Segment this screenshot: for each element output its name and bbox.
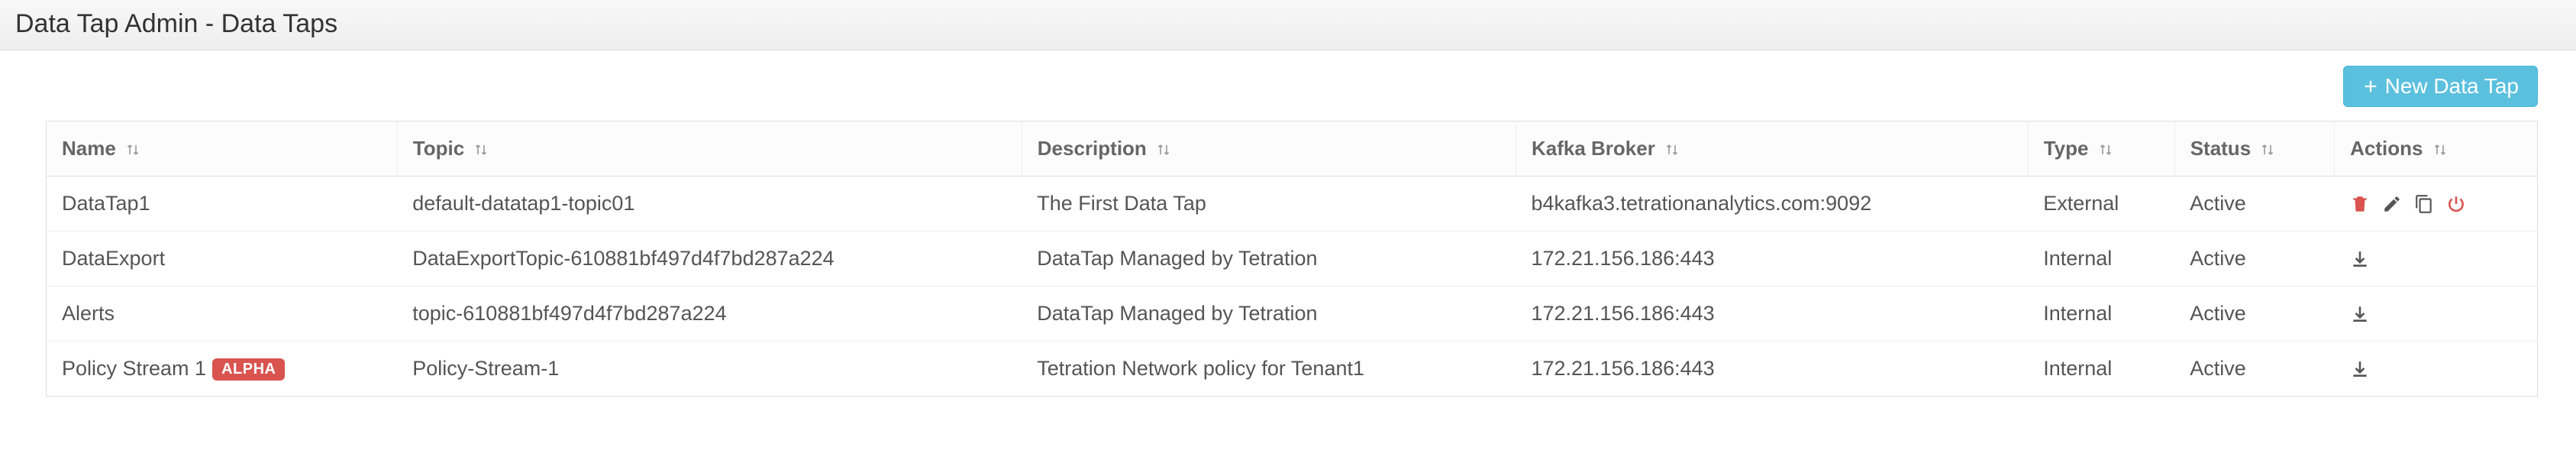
- cell-description: The First Data Tap: [1022, 177, 1516, 232]
- col-header-name[interactable]: Name: [47, 121, 398, 177]
- alpha-badge: ALPHA: [212, 358, 285, 381]
- new-data-tap-button[interactable]: New Data Tap: [2343, 66, 2538, 107]
- action-icons: [2350, 249, 2522, 269]
- table-header-row: Name Topic Description Kafka Broker Type: [47, 121, 2538, 177]
- cell-status: Active: [2174, 287, 2334, 342]
- cell-kafka-broker: 172.21.156.186:443: [1516, 342, 2028, 397]
- row-name: Policy Stream 1: [62, 357, 206, 380]
- content-area: New Data Tap Name Topic Description Kafk: [0, 50, 2576, 412]
- cell-description: Tetration Network policy for Tenant1: [1022, 342, 1516, 397]
- col-header-kafka-broker-label: Kafka Broker: [1532, 137, 1655, 160]
- power-icon[interactable]: [2446, 194, 2466, 214]
- sort-icon: [126, 142, 140, 157]
- table-row: DataExport DataExportTopic-610881bf497d4f…: [47, 232, 2538, 287]
- row-name: Alerts: [62, 302, 115, 325]
- row-name: DataExport: [62, 247, 165, 270]
- toolbar: New Data Tap: [46, 66, 2538, 107]
- data-taps-table: Name Topic Description Kafka Broker Type: [46, 121, 2538, 397]
- plus-icon: [2362, 78, 2379, 95]
- col-header-actions[interactable]: Actions: [2335, 121, 2538, 177]
- cell-topic: default-datatap1-topic01: [397, 177, 1022, 232]
- page-title: Data Tap Admin - Data Taps: [0, 0, 2576, 50]
- row-name: DataTap1: [62, 192, 150, 215]
- cell-description: DataTap Managed by Tetration: [1022, 287, 1516, 342]
- download-icon[interactable]: [2350, 359, 2370, 379]
- col-header-status[interactable]: Status: [2174, 121, 2334, 177]
- col-header-actions-label: Actions: [2350, 137, 2423, 160]
- cell-name: DataExport: [47, 232, 398, 287]
- col-header-name-label: Name: [62, 137, 116, 160]
- col-header-description-label: Description: [1038, 137, 1147, 160]
- action-icons: [2350, 194, 2522, 214]
- col-header-type-label: Type: [2044, 137, 2089, 160]
- sort-icon: [1665, 142, 1679, 157]
- download-icon[interactable]: [2350, 249, 2370, 269]
- edit-icon[interactable]: [2382, 194, 2402, 214]
- cell-kafka-broker: b4kafka3.tetrationanalytics.com:9092: [1516, 177, 2028, 232]
- table-row: DataTap1 default-datatap1-topic01The Firs…: [47, 177, 2538, 232]
- new-data-tap-label: New Data Tap: [2385, 74, 2519, 99]
- trash-icon[interactable]: [2350, 194, 2370, 214]
- sort-icon: [1157, 142, 1170, 157]
- sort-icon: [2433, 142, 2447, 157]
- cell-type: External: [2028, 177, 2174, 232]
- cell-name: DataTap1: [47, 177, 398, 232]
- download-icon[interactable]: [2350, 304, 2370, 324]
- table-row: Alerts topic-610881bf497d4f7bd287a224Data…: [47, 287, 2538, 342]
- cell-actions: [2335, 177, 2538, 232]
- col-header-topic-label: Topic: [413, 137, 464, 160]
- cell-actions: [2335, 342, 2538, 397]
- action-icons: [2350, 359, 2522, 379]
- cell-status: Active: [2174, 232, 2334, 287]
- cell-topic: topic-610881bf497d4f7bd287a224: [397, 287, 1022, 342]
- cell-description: DataTap Managed by Tetration: [1022, 232, 1516, 287]
- cell-name: Policy Stream 1 ALPHA: [47, 342, 398, 397]
- cell-name: Alerts: [47, 287, 398, 342]
- cell-status: Active: [2174, 342, 2334, 397]
- cell-type: Internal: [2028, 342, 2174, 397]
- cell-actions: [2335, 232, 2538, 287]
- col-header-status-label: Status: [2190, 137, 2251, 160]
- sort-icon: [474, 142, 488, 157]
- cell-status: Active: [2174, 177, 2334, 232]
- col-header-description[interactable]: Description: [1022, 121, 1516, 177]
- cell-topic: Policy-Stream-1: [397, 342, 1022, 397]
- cell-type: Internal: [2028, 287, 2174, 342]
- col-header-topic[interactable]: Topic: [397, 121, 1022, 177]
- cell-type: Internal: [2028, 232, 2174, 287]
- col-header-kafka-broker[interactable]: Kafka Broker: [1516, 121, 2028, 177]
- table-row: Policy Stream 1 ALPHA Policy-Stream-1Tetra…: [47, 342, 2538, 397]
- cell-kafka-broker: 172.21.156.186:443: [1516, 287, 2028, 342]
- cell-actions: [2335, 287, 2538, 342]
- col-header-type[interactable]: Type: [2028, 121, 2174, 177]
- sort-icon: [2261, 142, 2274, 157]
- cell-topic: DataExportTopic-610881bf497d4f7bd287a224: [397, 232, 1022, 287]
- cell-kafka-broker: 172.21.156.186:443: [1516, 232, 2028, 287]
- copy-icon[interactable]: [2414, 194, 2434, 214]
- sort-icon: [2099, 142, 2113, 157]
- action-icons: [2350, 304, 2522, 324]
